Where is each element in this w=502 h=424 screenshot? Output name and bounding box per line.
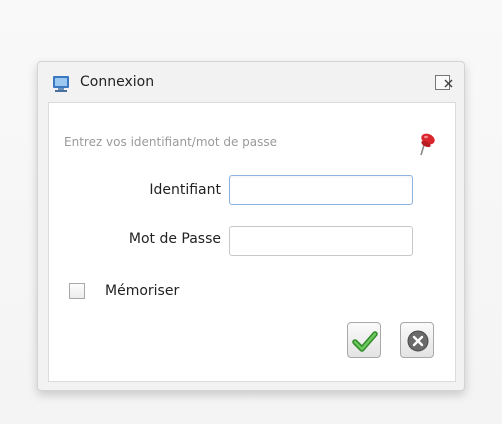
close-icon (444, 79, 453, 88)
dialog-title: Connexion (80, 74, 155, 90)
close-button[interactable] (435, 75, 453, 90)
cancel-button[interactable] (400, 322, 434, 358)
remember-checkbox[interactable] (69, 283, 85, 299)
page: Connexion Entrez vos identifiant/mot de … (0, 0, 502, 424)
dialog-titlebar: Connexion (48, 72, 454, 98)
login-hint: Entrez vos identifiant/mot de passe (64, 135, 278, 149)
checkmark-icon (352, 331, 378, 352)
cancel-circle-icon (407, 330, 429, 352)
login-dialog: Connexion Entrez vos identifiant/mot de … (37, 61, 465, 391)
ok-button[interactable] (347, 322, 381, 358)
monitor-icon (52, 75, 70, 93)
remember-label[interactable]: Mémoriser (105, 283, 179, 299)
dialog-content: Entrez vos identifiant/mot de passe Iden… (48, 102, 456, 382)
identifiant-label: Identifiant (149, 182, 221, 198)
password-input[interactable] (229, 226, 413, 256)
identifiant-input[interactable] (229, 175, 413, 205)
password-label: Mot de Passe (128, 231, 221, 247)
pushpin-icon[interactable] (416, 131, 438, 157)
